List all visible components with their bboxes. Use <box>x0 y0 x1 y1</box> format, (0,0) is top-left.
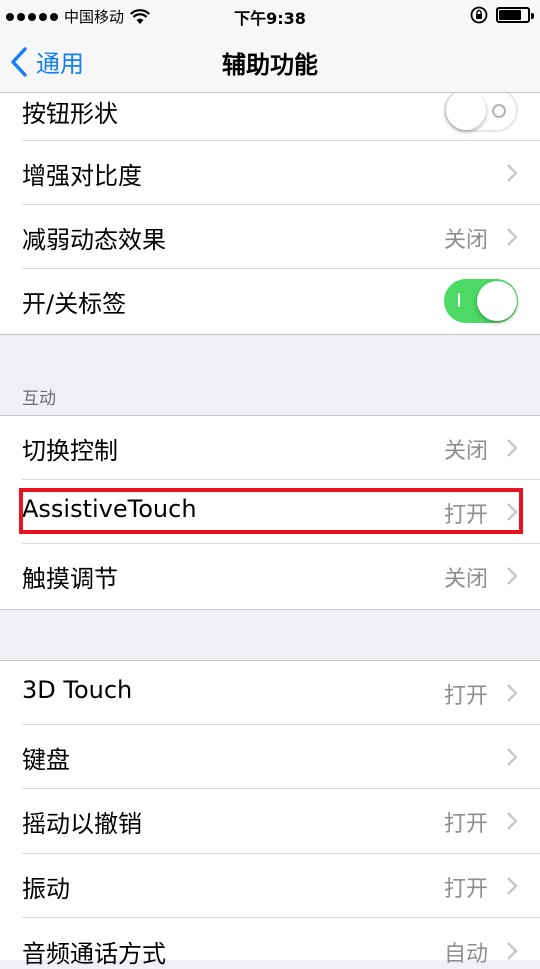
navigation-bar: 通用 辅助功能 <box>0 30 540 93</box>
row-call-audio-routing[interactable]: 音频通话方式 自动 <box>0 918 540 968</box>
off-indicator-icon <box>492 104 506 118</box>
row-value: 关闭 <box>443 567 488 592</box>
row-label: 振动 <box>22 875 70 903</box>
row-value: 打开 <box>443 684 488 709</box>
battery-icon <box>496 7 534 23</box>
highlight-box <box>19 488 523 534</box>
on-off-labels-toggle[interactable] <box>444 279 518 323</box>
chevron-right-icon <box>507 748 518 766</box>
section-header-interaction: 互动 <box>22 389 56 409</box>
row-label: 增强对比度 <box>22 162 142 190</box>
row-value: 打开 <box>443 877 488 902</box>
row-value: 关闭 <box>443 228 488 253</box>
status-bar: 中国移动 下午9:38 <box>0 0 540 30</box>
row-shake-to-undo[interactable]: 摇动以撤销 打开 <box>0 789 540 854</box>
button-shapes-toggle[interactable] <box>444 88 518 132</box>
row-touch-accommodations[interactable]: 触摸调节 关闭 <box>0 544 540 609</box>
chevron-right-icon <box>507 567 518 585</box>
row-label: 按钮形状 <box>22 100 118 128</box>
row-label: 减弱动态效果 <box>22 226 166 254</box>
row-keyboard[interactable]: 键盘 <box>0 725 540 789</box>
chevron-right-icon <box>507 684 518 702</box>
chevron-right-icon <box>507 942 518 960</box>
page-title: 辅助功能 <box>222 51 318 79</box>
chevron-right-icon <box>507 228 518 246</box>
row-value: 关闭 <box>443 439 488 464</box>
chevron-right-icon <box>507 439 518 457</box>
clock: 下午9:38 <box>234 9 306 28</box>
row-increase-contrast[interactable]: 增强对比度 <box>0 141 540 205</box>
row-label: 摇动以撤销 <box>22 810 142 838</box>
row-vibration[interactable]: 振动 打开 <box>0 854 540 918</box>
row-label: 音频通话方式 <box>22 940 166 968</box>
row-label: 触摸调节 <box>22 565 118 593</box>
chevron-right-icon <box>507 164 518 182</box>
row-label: 3D Touch <box>22 676 133 704</box>
row-3d-touch[interactable]: 3D Touch 打开 <box>0 661 540 725</box>
row-on-off-labels[interactable]: 开/关标签 <box>0 269 540 334</box>
chevron-right-icon <box>507 877 518 895</box>
row-label: 键盘 <box>22 746 70 774</box>
row-label: 切换控制 <box>22 437 118 465</box>
row-value: 打开 <box>443 812 488 837</box>
rotation-lock-icon <box>470 6 488 24</box>
row-value: 自动 <box>443 942 488 967</box>
row-label: 开/关标签 <box>22 290 127 318</box>
toggle-knob <box>446 90 486 130</box>
toggle-knob <box>477 281 517 321</box>
row-switch-control[interactable]: 切换控制 关闭 <box>0 416 540 480</box>
chevron-right-icon <box>507 812 518 830</box>
row-reduce-motion[interactable]: 减弱动态效果 关闭 <box>0 205 540 269</box>
on-indicator-icon <box>458 293 460 307</box>
